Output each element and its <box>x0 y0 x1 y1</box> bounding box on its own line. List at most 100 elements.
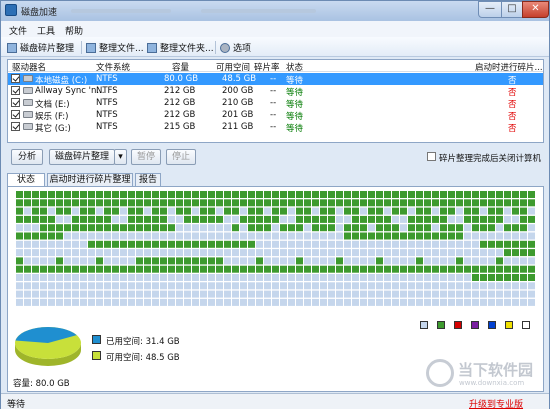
drive-checkbox[interactable] <box>11 86 20 95</box>
cluster-block <box>368 207 375 215</box>
tab-boot-defrag[interactable]: 启动时进行碎片整理 <box>47 173 133 187</box>
menu-file[interactable]: 文件 <box>9 24 27 37</box>
cluster-block <box>208 257 215 265</box>
cluster-block <box>32 265 39 273</box>
cluster-block <box>48 298 55 306</box>
col-capacity[interactable]: 容量 <box>172 61 189 73</box>
cluster-block <box>424 240 431 248</box>
shutdown-checkbox[interactable] <box>427 152 436 161</box>
cluster-block <box>56 215 63 223</box>
cluster-block <box>336 265 343 273</box>
cluster-block <box>528 274 535 281</box>
cluster-block <box>472 240 479 248</box>
cluster-block <box>520 282 527 290</box>
cluster-block <box>360 249 367 257</box>
cluster-block <box>296 224 303 232</box>
cluster-block <box>376 257 383 265</box>
cluster-block <box>240 257 247 265</box>
toolbar-folder-button[interactable]: 整理文件夹... <box>147 41 214 54</box>
free-space-label: 可用空间: 48.5 GB <box>106 353 180 363</box>
cluster-block <box>440 274 447 281</box>
cluster-block <box>128 191 135 198</box>
table-row[interactable]: 本地磁盘 (C:) NTFS 80.0 GB 48.5 GB -- 等待否 <box>8 73 543 86</box>
cluster-block <box>480 191 487 198</box>
toolbar-options-button[interactable]: 选项 <box>220 41 251 54</box>
cluster-block <box>152 265 159 273</box>
cluster-block <box>328 298 335 306</box>
menu-tools[interactable]: 工具 <box>37 24 55 37</box>
cluster-block <box>120 298 127 306</box>
cluster-block <box>200 290 207 298</box>
cluster-block <box>168 249 175 257</box>
cluster-block <box>240 199 247 207</box>
defrag-dropdown-button[interactable]: ▾ <box>114 149 127 165</box>
cluster-block <box>416 274 423 281</box>
cluster-block <box>384 274 391 281</box>
upgrade-link[interactable]: 升级到专业版 <box>469 397 523 409</box>
cluster-block <box>208 298 215 306</box>
pause-button[interactable]: 暂停 <box>131 149 161 165</box>
cluster-block <box>16 249 23 257</box>
col-filesystem[interactable]: 文件系统 <box>96 61 130 73</box>
drive-checkbox[interactable] <box>11 110 20 119</box>
cluster-block <box>400 207 407 215</box>
cluster-block <box>240 224 247 232</box>
title-bar[interactable]: 磁盘加速 — □ ✕ <box>1 1 549 21</box>
folder-icon <box>147 42 157 53</box>
table-row[interactable]: Allway Sync 'n... NTFS 212 GB 200 GB -- 等待否 <box>8 85 543 98</box>
cluster-block <box>504 282 511 290</box>
cluster-block <box>192 274 199 281</box>
cluster-block <box>320 290 327 298</box>
cluster-block <box>240 298 247 306</box>
cluster-block <box>496 274 503 281</box>
close-button[interactable]: ✕ <box>522 1 549 18</box>
table-row[interactable]: 其它 (G:) NTFS 215 GB 211 GB -- 等待 否 <box>8 121 543 134</box>
col-boot-defrag[interactable]: 启动时进行碎片... <box>475 61 543 73</box>
cluster-block <box>80 232 87 240</box>
cluster-block <box>312 282 319 290</box>
cluster-block <box>40 290 47 298</box>
drive-checkbox[interactable] <box>11 74 20 83</box>
cluster-block <box>128 265 135 273</box>
defrag-button[interactable]: 磁盘碎片整理 <box>49 149 115 165</box>
cluster-block <box>288 215 295 223</box>
cluster-block <box>152 298 159 306</box>
toolbar-file-button[interactable]: 整理文件... <box>86 41 144 54</box>
minimize-button[interactable]: — <box>478 1 502 18</box>
cluster-block <box>248 298 255 306</box>
cluster-block <box>504 298 511 306</box>
cluster-block <box>152 215 159 223</box>
cluster-block <box>392 240 399 248</box>
drive-checkbox[interactable] <box>11 98 20 107</box>
col-status[interactable]: 状态 <box>286 61 303 73</box>
cluster-block <box>104 249 111 257</box>
maximize-button[interactable]: □ <box>501 1 523 18</box>
cluster-block <box>312 191 319 198</box>
analyze-button[interactable]: 分析 <box>11 149 43 165</box>
drive-list[interactable]: 驱动器名 文件系统 容量 可用空间 碎片率 状态 启动时进行碎片... 本地磁盘… <box>7 59 544 143</box>
cluster-block <box>464 257 471 265</box>
table-row[interactable]: 娱乐 (F:) NTFS 212 GB 201 GB -- 等待否 <box>8 109 543 122</box>
cluster-block <box>80 290 87 298</box>
menu-help[interactable]: 帮助 <box>65 24 83 37</box>
cluster-block <box>280 232 287 240</box>
col-drive-name[interactable]: 驱动器名 <box>12 61 46 73</box>
cluster-block <box>168 257 175 265</box>
tab-report[interactable]: 报告 <box>135 173 161 187</box>
drive-checkbox[interactable] <box>11 122 20 131</box>
cluster-block <box>40 207 47 215</box>
stop-button[interactable]: 停止 <box>166 149 196 165</box>
legend-swatch <box>488 321 496 329</box>
col-free-space[interactable]: 可用空间 <box>216 61 250 73</box>
col-frag[interactable]: 碎片率 <box>254 61 280 73</box>
cluster-block <box>240 215 247 223</box>
cluster-block <box>424 249 431 257</box>
toolbar-defrag-button[interactable]: 磁盘碎片整理 <box>7 41 74 54</box>
cluster-block <box>120 282 127 290</box>
drive-icon <box>23 99 33 106</box>
table-row[interactable]: 文档 (E:) NTFS 212 GB 210 GB -- 等待否 <box>8 97 543 110</box>
cluster-block <box>136 265 143 273</box>
cluster-block <box>112 191 119 198</box>
cluster-block <box>280 191 287 198</box>
cluster-block <box>128 215 135 223</box>
